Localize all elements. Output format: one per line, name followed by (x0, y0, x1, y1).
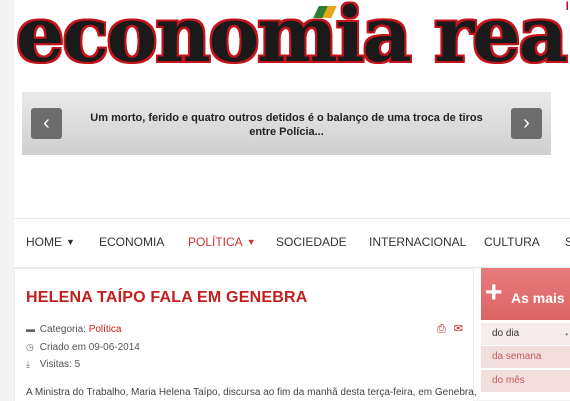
plus-icon: + (485, 276, 503, 309)
nav-label: CULTURA (484, 235, 540, 249)
chevron-down-icon: ▼ (66, 237, 75, 247)
prev-arrow-button[interactable]: ‹ (31, 108, 62, 139)
sidebar-most-read: + As mais do dia • da semana do mês (481, 268, 570, 400)
category-label: Categoria: (39, 324, 86, 335)
next-arrow-button[interactable]: › (511, 108, 542, 139)
created-date: Criado em 09-06-2014 (39, 342, 140, 353)
tab-da-semana[interactable]: da semana (481, 346, 570, 368)
sidebar-title: As mais (511, 290, 565, 306)
article-category: ▬ Categoria: Política (26, 324, 122, 335)
tab-do-dia[interactable]: do dia (481, 323, 570, 345)
article-intro: A Ministra do Trabalho, Maria Helena Taí… (26, 387, 477, 398)
nav-item-cultura[interactable]: CULTURA (484, 235, 540, 249)
tab-do-mes[interactable]: do mês (481, 370, 570, 392)
tab-label: do dia (492, 328, 520, 339)
nav-label: S (565, 235, 570, 249)
nav-label: INTERNACIONAL (369, 235, 467, 249)
article-visits: ⤓ Visitas: 5 (26, 359, 80, 370)
article-created: ◷ Criado em 09-06-2014 (26, 342, 140, 353)
logo-text: economia real (16, 0, 568, 79)
nav-label: ECONOMIA (99, 235, 165, 249)
chevron-left-icon: ‹ (43, 112, 50, 134)
nav-label: POLÍTICA (188, 235, 243, 249)
main-nav: HOME ▼ ECONOMIA POLÍTICA ▼ SOCIEDADE INTER… (14, 218, 570, 268)
nav-item-sociedade[interactable]: SOCIEDADE (276, 235, 347, 249)
nav-item-politica[interactable]: POLÍTICA ▼ (188, 235, 256, 249)
download-icon: ⤓ (26, 359, 30, 369)
nav-label: HOME (26, 235, 62, 249)
nav-item-more[interactable]: S (565, 235, 570, 249)
chevron-right-icon: › (523, 112, 530, 134)
nav-label: SOCIEDADE (276, 235, 347, 249)
tab-label: da semana (492, 351, 542, 362)
bullet-icon: • (565, 330, 568, 339)
email-icon[interactable]: ✉ (454, 323, 463, 335)
article: HELENA TAÍPO FALA EM GENEBRA ▬ Categoria… (14, 268, 477, 401)
nav-item-economia[interactable]: ECONOMIA (99, 235, 164, 249)
category-link[interactable]: Política (89, 324, 122, 335)
site-logo[interactable]: economia real (16, 0, 568, 86)
clock-icon: ◷ (26, 342, 34, 352)
folder-icon: ▬ (26, 324, 35, 334)
page: economia real ‹ Um morto, ferido e quatr… (14, 0, 570, 401)
sidebar-header: + As mais (481, 268, 570, 320)
nav-item-home[interactable]: HOME ▼ (26, 235, 75, 249)
chevron-down-icon: ▼ (246, 237, 256, 247)
article-tools: ⎙ ✉ (429, 322, 463, 336)
visits-count: Visitas: 5 (39, 359, 81, 370)
nav-item-internacional[interactable]: INTERNACIONAL (369, 235, 466, 249)
print-icon[interactable]: ⎙ (437, 323, 446, 335)
news-ticker: ‹ Um morto, ferido e quatro outros detid… (22, 92, 551, 155)
tab-label: do mês (492, 375, 525, 386)
article-title[interactable]: HELENA TAÍPO FALA EM GENEBRA (26, 289, 307, 307)
news-headline-link[interactable]: Um morto, ferido e quatro outros detidos… (80, 111, 493, 139)
